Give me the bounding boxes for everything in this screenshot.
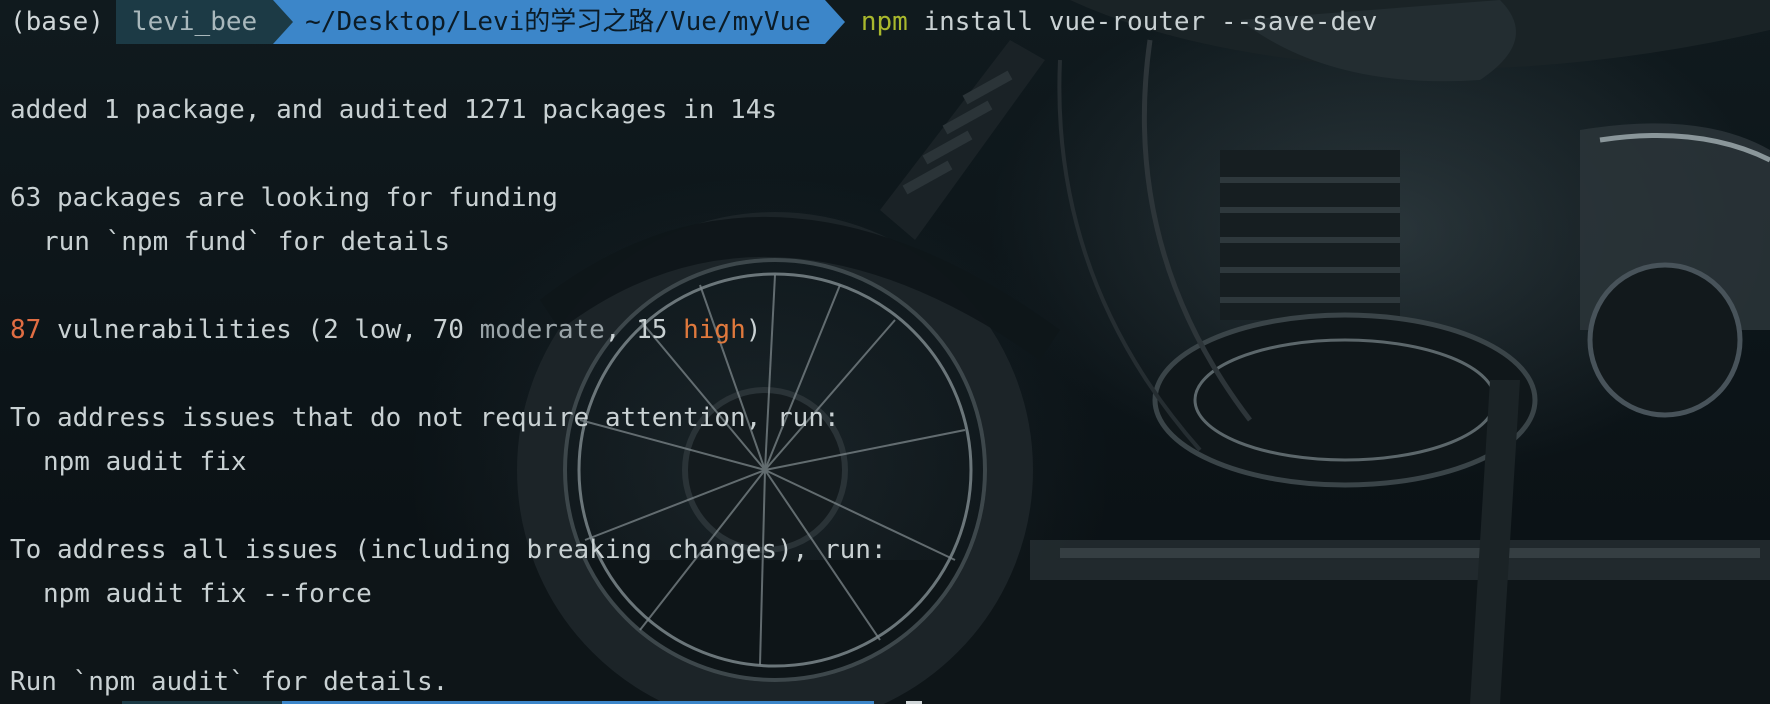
command-input[interactable]: npm install vue-router --save-dev [825,0,1378,44]
command-args: install vue-router --save-dev [907,7,1378,37]
output-funding-line: 63 packages are looking for funding [10,183,558,213]
vulnerability-moderate: moderate [479,315,605,345]
output-added-line: added 1 package, and audited 1271 packag… [10,95,778,125]
output-address-line-2: To address all issues (including breakin… [10,535,887,565]
prompt-user-segment: levi_bee [115,0,294,44]
command-npm: npm [860,7,908,37]
output-funding-hint-line: run `npm fund` for details [43,227,450,257]
vulnerability-count: 87 [10,315,42,345]
vulnerability-high: high [683,315,746,345]
prompt-line: (base) levi_bee ~/Desktop/Levi的学习之路/Vue/… [0,0,1377,44]
output-address-line-1: To address issues that do not require at… [10,403,840,433]
vulnerability-text-2: , 15 [604,315,684,345]
conda-env-label: (base) [10,7,104,37]
output-fix-command-2: npm audit fix --force [43,579,372,609]
vulnerability-text-3: ) [745,315,762,345]
output-vulnerabilities-line: 87 vulnerabilities (2 low, 70 moderate, … [10,308,761,352]
output-details-line: Run `npm audit` for details. [10,667,449,697]
terminal-window[interactable]: (base) levi_bee ~/Desktop/Levi的学习之路/Vue/… [0,0,1770,704]
prompt-path-segment: ~/Desktop/Levi的学习之路/Vue/myVue [273,0,845,44]
output-fix-command-1: npm audit fix [43,447,247,477]
vulnerability-text-1: vulnerabilities (2 low, 70 [41,315,480,345]
